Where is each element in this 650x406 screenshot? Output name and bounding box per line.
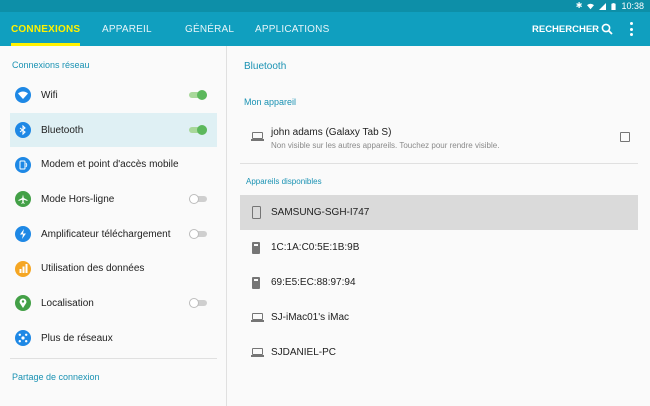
search-icon[interactable]: [601, 23, 613, 35]
airplane-icon: [15, 191, 31, 208]
sidebar-item-label: Utilisation des données: [41, 263, 145, 275]
sidebar-item-data-usage[interactable]: Utilisation des données: [10, 251, 217, 286]
device-name: SAMSUNG-SGH-I747: [271, 207, 370, 218]
more-networks-icon: [15, 330, 31, 347]
tab-applications[interactable]: APPLICATIONS: [255, 12, 329, 46]
tab-general[interactable]: GÉNÉRAL: [185, 12, 234, 46]
data-usage-icon: [15, 260, 31, 277]
airplane-toggle[interactable]: [189, 194, 207, 205]
hotspot-icon: [15, 156, 31, 173]
device-row-imac[interactable]: SJ-iMac01's iMac: [240, 300, 638, 335]
wifi-icon: [15, 87, 31, 104]
settings-sidebar: Connexions réseau Wifi Bluetooth Modem e…: [0, 46, 227, 406]
sidebar-divider: [10, 358, 217, 359]
device-name: 69:E5:EC:88:97:94: [271, 277, 356, 288]
available-devices-list: SAMSUNG-SGH-I747 1C:1A:C0:5E:1B:9B 69:E5…: [240, 195, 638, 370]
location-icon: [15, 295, 31, 312]
sidebar-item-location[interactable]: Localisation: [10, 286, 217, 321]
download-booster-toggle[interactable]: [189, 229, 207, 240]
sidebar-item-more-networks[interactable]: Plus de réseaux: [10, 321, 217, 356]
bluetooth-toggle[interactable]: [189, 125, 207, 136]
tablet-icon: [251, 132, 264, 141]
sidebar-item-label: Bluetooth: [41, 124, 84, 136]
visibility-checkbox[interactable]: [620, 132, 630, 142]
section-title-tethering: Partage de connexion: [12, 372, 100, 382]
page-title: Bluetooth: [244, 61, 287, 72]
laptop-icon: [251, 313, 264, 322]
device-name: SJ-iMac01's iMac: [271, 312, 350, 323]
sidebar-item-label: Amplificateur téléchargement: [41, 228, 171, 240]
device-icon: [252, 276, 260, 289]
tab-connexions[interactable]: CONNEXIONS: [11, 12, 81, 46]
sidebar-item-hotspot[interactable]: Modem et point d'accès mobile: [10, 147, 217, 182]
laptop-icon: [251, 348, 264, 357]
panel-divider: [240, 163, 638, 164]
status-time: 10:38: [621, 1, 644, 11]
device-name: SJDANIEL-PC: [271, 347, 337, 358]
device-row-1c1a[interactable]: 1C:1A:C0:5E:1B:9B: [240, 230, 638, 265]
sidebar-item-label: Mode Hors-ligne: [41, 193, 115, 205]
search-button[interactable]: RECHERCHER: [532, 12, 599, 46]
sidebar-item-download-booster[interactable]: Amplificateur téléchargement: [10, 217, 217, 252]
phone-icon: [252, 206, 261, 219]
more-options-icon[interactable]: [626, 22, 636, 36]
my-device-name: john adams (Galaxy Tab S): [271, 127, 392, 138]
sidebar-item-label: Plus de réseaux: [41, 332, 113, 344]
bluetooth-icon: [15, 122, 31, 139]
section-title-network: Connexions réseau: [12, 60, 90, 70]
top-bar: CONNEXIONS APPAREIL GÉNÉRAL APPLICATIONS…: [0, 12, 650, 46]
sidebar-item-label: Wifi: [41, 89, 58, 101]
device-row-69e5[interactable]: 69:E5:EC:88:97:94: [240, 265, 638, 300]
battery-icon: [611, 2, 617, 10]
section-title-my-device: Mon appareil: [244, 97, 297, 107]
section-title-available-devices: Appareils disponibles: [246, 177, 322, 186]
device-row-pc[interactable]: SJDANIEL-PC: [240, 335, 638, 370]
bluetooth-icon: ✱: [575, 1, 583, 10]
sidebar-item-label: Localisation: [41, 297, 94, 309]
sidebar-item-airplane[interactable]: Mode Hors-ligne: [10, 182, 217, 217]
sidebar-item-wifi[interactable]: Wifi: [10, 78, 217, 113]
my-device-visibility: Non visible sur les autres appareils. To…: [271, 141, 500, 150]
my-device-row[interactable]: john adams (Galaxy Tab S) Non visible su…: [240, 121, 638, 161]
sidebar-list: Wifi Bluetooth Modem et point d'accès mo…: [0, 78, 226, 356]
wifi-toggle[interactable]: [189, 90, 207, 101]
sidebar-item-label: Modem et point d'accès mobile: [41, 159, 179, 171]
wifi-icon: [587, 3, 595, 9]
device-icon: [252, 241, 260, 254]
sidebar-item-bluetooth[interactable]: Bluetooth: [10, 112, 217, 148]
device-row-samsung[interactable]: SAMSUNG-SGH-I747: [240, 195, 638, 230]
download-booster-icon: [15, 226, 31, 243]
status-bar: ✱ 10:38: [0, 0, 650, 12]
tab-appareil[interactable]: APPAREIL: [102, 12, 152, 46]
device-name: 1C:1A:C0:5E:1B:9B: [271, 242, 360, 253]
signal-icon: [599, 2, 607, 10]
bluetooth-panel: Bluetooth Mon appareil john adams (Galax…: [228, 46, 650, 406]
location-toggle[interactable]: [189, 298, 207, 309]
